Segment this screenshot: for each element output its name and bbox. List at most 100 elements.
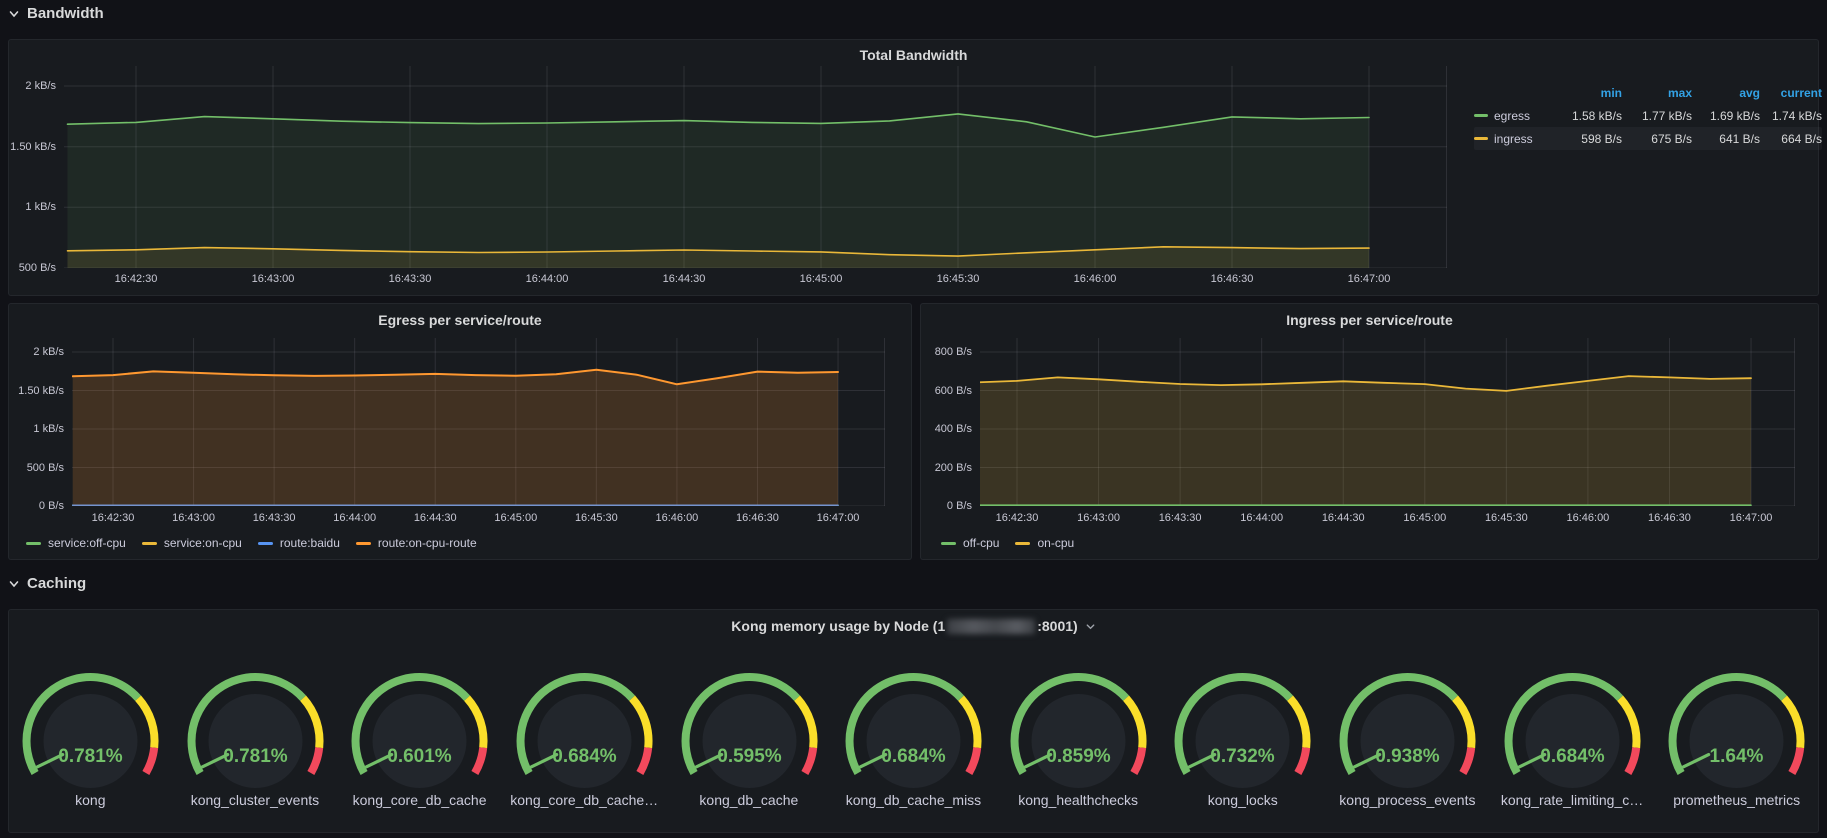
legend-series-swatch bbox=[257, 541, 273, 545]
gauge-title[interactable]: kong_healthchecks bbox=[996, 792, 1161, 808]
gauge-value: 0.732% bbox=[1211, 746, 1276, 767]
legend-series-name[interactable]: ingress bbox=[1474, 132, 1556, 146]
gauge-kong_healthchecks[interactable]: 0.859% bbox=[996, 653, 1161, 803]
panel-title[interactable]: Ingress per service/route bbox=[921, 312, 1818, 328]
chevron-down-icon bbox=[8, 578, 20, 590]
gauge-kong_cluster_events[interactable]: 0.781% bbox=[173, 653, 338, 803]
panel-title[interactable]: Egress per service/route bbox=[9, 312, 911, 328]
legend-series-label: on-cpu bbox=[1037, 536, 1075, 550]
legend-series-swatch bbox=[26, 541, 41, 545]
legend-value-current: 1.74 kB/s bbox=[1771, 108, 1822, 123]
kong-title-prefix: Kong memory usage by Node (1 bbox=[731, 618, 946, 634]
gauge-value: 0.781% bbox=[58, 746, 123, 767]
legend-sort-header-avg[interactable]: avg bbox=[1692, 86, 1760, 100]
gauge-value: 0.859% bbox=[1046, 746, 1111, 767]
kong-title-suffix: :8001) bbox=[1037, 618, 1078, 634]
legend-value-max: 1.77 kB/s bbox=[1641, 108, 1692, 123]
x-axis-label: 16:44:00 bbox=[525, 273, 569, 285]
legend-item[interactable]: service:off-cpu bbox=[26, 536, 126, 550]
gauge-value: 0.684% bbox=[881, 746, 946, 767]
x-axis-label: 16:46:30 bbox=[1648, 512, 1691, 524]
gauge-kong_locks[interactable]: 0.732% bbox=[1160, 653, 1325, 803]
section-label: Caching bbox=[27, 575, 87, 592]
legend-item[interactable]: route:baidu bbox=[257, 536, 340, 550]
x-axis-label: 16:47:00 bbox=[1729, 512, 1773, 524]
legend-value-min: 1.58 kB/s bbox=[1571, 108, 1622, 123]
legend-series-swatch bbox=[141, 541, 157, 545]
gauge-value: 1.64% bbox=[1710, 746, 1764, 767]
x-axis-label: 16:46:30 bbox=[736, 512, 779, 524]
legend-item[interactable]: off-cpu bbox=[941, 536, 999, 550]
x-axis-label: 16:44:30 bbox=[1321, 512, 1365, 524]
panel-title-kong-memory[interactable]: Kong memory usage by Node (1 :8001) bbox=[9, 618, 1818, 634]
chevron-down-icon bbox=[1085, 621, 1096, 632]
gauge-value: 0.938% bbox=[1375, 746, 1440, 767]
panel-title[interactable]: Total Bandwidth bbox=[9, 47, 1818, 63]
gauge-kong_db_cache_miss[interactable]: 0.684% bbox=[831, 653, 996, 803]
legend-series-label: egress bbox=[1494, 108, 1531, 123]
legend-value-avg: 641 B/s bbox=[1719, 131, 1760, 146]
total-bandwidth-chart[interactable] bbox=[64, 66, 1447, 269]
x-axis-label: 16:44:00 bbox=[1240, 512, 1284, 524]
egress-chart[interactable] bbox=[71, 338, 885, 507]
legend-sort-header-current[interactable]: current bbox=[1760, 86, 1822, 100]
y-axis-label: 2 kB/s bbox=[33, 346, 64, 358]
gauge-title[interactable]: kong_locks bbox=[1160, 792, 1325, 808]
gauge-kong[interactable]: 0.781% bbox=[8, 653, 173, 803]
legend-item[interactable]: route:on-cpu-route bbox=[355, 536, 477, 550]
gauge-title[interactable]: kong_cluster_events bbox=[173, 792, 338, 808]
gauge-title[interactable]: kong_process_events bbox=[1325, 792, 1490, 808]
total-bandwidth-legend-table: min max avg current egress 1.58 kB/s 1.77 kB/s… bbox=[1474, 81, 1822, 150]
x-axis-label: 16:43:00 bbox=[172, 512, 215, 524]
x-axis-label: 16:44:30 bbox=[662, 273, 706, 285]
gauge-title[interactable]: kong_rate_limiting_c… bbox=[1490, 792, 1655, 808]
gauge-title[interactable]: kong_core_db_cache bbox=[337, 792, 502, 808]
x-axis-label: 16:42:30 bbox=[995, 512, 1039, 524]
y-axis-label: 500 B/s bbox=[18, 262, 56, 274]
x-axis-label: 16:45:30 bbox=[936, 273, 980, 285]
x-axis-label: 16:47:00 bbox=[1347, 273, 1391, 285]
x-axis-label: 16:46:00 bbox=[1073, 273, 1117, 285]
gauge-title[interactable]: kong_db_cache bbox=[667, 792, 832, 808]
y-axis-label: 0 B/s bbox=[38, 500, 64, 512]
legend-series-swatch bbox=[355, 541, 371, 545]
gauge-title[interactable]: prometheus_metrics bbox=[1654, 792, 1819, 808]
gauge-title[interactable]: kong_core_db_cache… bbox=[502, 792, 667, 808]
y-axis-label: 2 kB/s bbox=[25, 80, 56, 92]
section-header-bandwidth[interactable]: Bandwidth bbox=[8, 5, 104, 22]
y-axis-label: 800 B/s bbox=[934, 346, 972, 358]
legend-series-label: service:on-cpu bbox=[163, 536, 242, 550]
gauge-kong_core_db_cache…[interactable]: 0.684% bbox=[502, 653, 667, 803]
legend-item[interactable]: service:on-cpu bbox=[141, 536, 242, 550]
x-axis-label: 16:43:30 bbox=[388, 273, 432, 285]
y-axis-label: 500 B/s bbox=[26, 461, 64, 474]
legend-series-swatch bbox=[941, 541, 956, 545]
gauge-prometheus_metrics[interactable]: 1.64% bbox=[1654, 653, 1819, 803]
gauge-title[interactable]: kong_db_cache_miss bbox=[831, 792, 996, 808]
gauge-kong_core_db_cache[interactable]: 0.601% bbox=[337, 653, 502, 803]
legend-series-label: off-cpu bbox=[963, 536, 1000, 550]
legend-item[interactable]: on-cpu bbox=[1015, 536, 1074, 550]
gauge-kong_rate_limiting_c…[interactable]: 0.684% bbox=[1490, 653, 1655, 803]
gauge-kong_process_events[interactable]: 0.938% bbox=[1325, 653, 1490, 803]
legend-sort-header-min[interactable]: min bbox=[1556, 86, 1622, 100]
x-axis-label: 16:43:30 bbox=[252, 512, 296, 524]
chevron-down-icon bbox=[8, 8, 20, 20]
x-axis-label: 16:45:00 bbox=[799, 273, 843, 285]
legend-sort-header-max[interactable]: max bbox=[1622, 86, 1692, 100]
gauge-kong_db_cache[interactable]: 0.595% bbox=[667, 653, 832, 803]
legend-value-min: 598 B/s bbox=[1581, 131, 1622, 146]
y-axis-label: 1 kB/s bbox=[25, 201, 56, 214]
legend-series-label: ingress bbox=[1494, 131, 1533, 146]
x-axis-label: 16:42:30 bbox=[114, 273, 158, 285]
legend-series-name[interactable]: egress bbox=[1474, 109, 1556, 123]
legend-value-current: 664 B/s bbox=[1781, 131, 1822, 146]
ingress-chart[interactable] bbox=[975, 338, 1795, 507]
gauge-value: 0.684% bbox=[1540, 746, 1605, 767]
section-header-caching[interactable]: Caching bbox=[8, 575, 86, 592]
ingress-legend: off-cpu on-cpu bbox=[941, 536, 1074, 550]
x-axis-label: 16:44:30 bbox=[413, 512, 457, 524]
gauge-title[interactable]: kong bbox=[8, 792, 173, 808]
x-axis-label: 16:43:00 bbox=[1077, 512, 1120, 524]
legend-series-label: route:baidu bbox=[279, 536, 340, 550]
